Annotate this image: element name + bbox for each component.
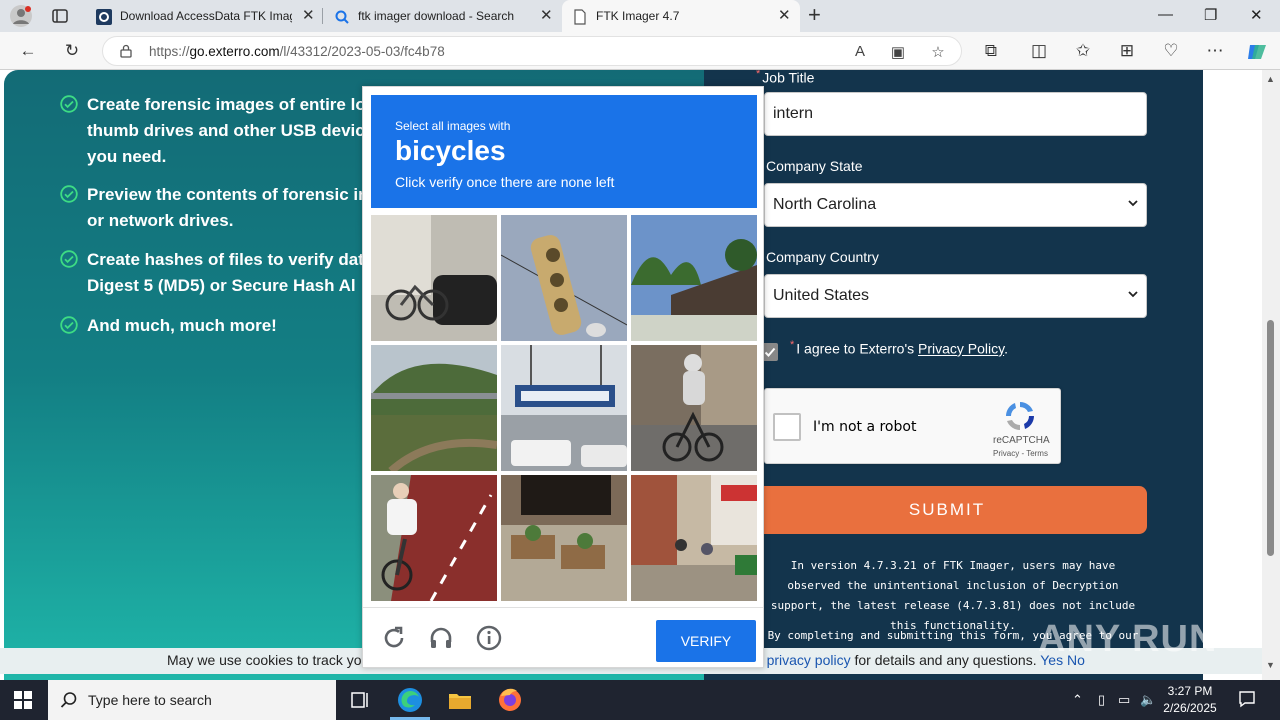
captcha-tile[interactable] (371, 215, 497, 341)
reload-icon[interactable] (381, 625, 407, 651)
notifications-icon[interactable] (1238, 690, 1256, 708)
info-icon[interactable] (476, 625, 502, 651)
close-tab-icon[interactable]: ✕ (778, 8, 791, 24)
address-bar[interactable]: https://go.exterro.com/l/43312/2023-05-0… (102, 36, 962, 66)
collections-icon[interactable]: ⊞ (1117, 41, 1137, 61)
read-aloud-icon[interactable]: A (851, 43, 869, 60)
search-icon (60, 692, 77, 708)
tab-title: Download AccessData FTK Imag (120, 9, 292, 23)
check-circle-icon (60, 250, 78, 268)
extensions-icon[interactable]: ⧉ (981, 41, 1001, 61)
privacy-agree-text: * I agree to Exterro's Privacy Policy. (790, 339, 1008, 357)
captcha-tile[interactable] (631, 215, 757, 341)
copilot-icon[interactable] (1246, 41, 1268, 63)
captcha-instruction: Select all images with (395, 119, 511, 133)
search-favicon-icon (335, 10, 349, 24)
check-circle-icon (60, 316, 78, 334)
taskbar-clock[interactable]: 3:27 PM 2/26/2025 (1160, 683, 1220, 717)
company-state-select[interactable]: North Carolina (764, 183, 1147, 227)
restore-icon[interactable]: ❐ (1204, 6, 1217, 24)
privacy-policy-link[interactable]: Privacy Policy (918, 341, 1004, 357)
captcha-tile[interactable] (501, 215, 627, 341)
browser-tab-strip: Download AccessData FTK Imag ✕ ftk image… (0, 0, 1280, 32)
lock-icon (120, 44, 132, 58)
job-title-input[interactable]: intern (764, 92, 1147, 136)
browser-toolbar: ← ↻ https://go.exterro.com/l/43312/2023-… (0, 32, 1280, 70)
scroll-down-icon[interactable]: ▼ (1266, 660, 1275, 670)
favorite-star-icon[interactable]: ☆ (929, 43, 947, 61)
tab-actions-icon[interactable] (52, 8, 68, 24)
company-country-label: Company Country (766, 249, 879, 265)
captcha-footer: VERIFY (363, 607, 763, 667)
chevron-down-icon (1128, 291, 1138, 298)
page-scrollbar[interactable]: ▲ ▼ (1262, 70, 1280, 680)
captcha-challenge-dialog: Select all images with bicycles Click ve… (362, 86, 764, 668)
browser-essentials-icon[interactable]: ♡ (1161, 41, 1181, 61)
url-text: https://go.exterro.com/l/43312/2023-05-0… (149, 44, 445, 59)
privacy-agree-checkbox[interactable] (762, 343, 778, 361)
captcha-tile[interactable] (501, 475, 627, 601)
tab-title: FTK Imager 4.7 (596, 9, 680, 23)
favorites-icon[interactable]: ✩ (1073, 41, 1093, 61)
close-window-icon[interactable]: ✕ (1250, 6, 1263, 24)
tab-ftk-imager[interactable]: FTK Imager 4.7 ✕ (562, 0, 800, 32)
scroll-up-icon[interactable]: ▲ (1266, 74, 1275, 84)
accessdata-favicon-icon (96, 9, 112, 25)
captcha-tile[interactable] (631, 475, 757, 601)
immersive-reader-icon[interactable]: ▣ (889, 43, 907, 61)
new-tab-button[interactable]: + (808, 4, 821, 26)
show-hidden-icons-icon[interactable]: ⌃ (1072, 692, 1083, 708)
check-circle-icon (60, 95, 78, 113)
network-icon[interactable]: ▭ (1118, 692, 1130, 708)
profile-avatar-icon[interactable] (10, 5, 32, 27)
recaptcha-terms-link[interactable]: Privacy - Terms (993, 449, 1048, 458)
recaptcha-logo-icon (1006, 402, 1034, 430)
captcha-header: Select all images with bicycles Click ve… (371, 95, 757, 208)
refresh-icon[interactable]: ↻ (62, 41, 82, 61)
battery-icon[interactable]: ▯ (1098, 692, 1105, 708)
windows-start-icon[interactable] (14, 691, 32, 709)
check-circle-icon (60, 185, 78, 203)
submit-button[interactable]: SUBMIT (747, 486, 1147, 534)
split-screen-icon[interactable]: ◫ (1029, 41, 1049, 61)
captcha-tile[interactable] (631, 345, 757, 471)
close-tab-icon[interactable]: ✕ (302, 8, 315, 24)
audio-challenge-icon[interactable] (428, 625, 454, 651)
tab-search[interactable]: ftk imager download - Search ✕ (324, 0, 560, 32)
volume-icon[interactable]: 🔈 (1140, 692, 1156, 708)
scroll-thumb[interactable] (1267, 320, 1274, 556)
captcha-target: bicycles (395, 135, 506, 166)
more-menu-icon[interactable]: ⋯ (1205, 41, 1225, 61)
file-explorer-icon[interactable] (446, 686, 474, 714)
close-tab-icon[interactable]: ✕ (540, 8, 553, 24)
tab-title: ftk imager download - Search (358, 9, 515, 23)
cookie-text: May we use cookies to track yo (167, 652, 362, 668)
recaptcha-brand: reCAPTCHA (993, 435, 1050, 446)
windows-taskbar: Type here to search ⌃ ▯ ▭ 🔈 3:27 PM 2/26/… (0, 680, 1280, 720)
recaptcha-label: I'm not a robot (813, 419, 917, 435)
captcha-tile[interactable] (371, 345, 497, 471)
minimize-icon[interactable]: — (1158, 6, 1173, 23)
chevron-down-icon (1128, 200, 1138, 207)
job-title-label: * Job Title (756, 70, 815, 86)
company-state-label: Company State (766, 158, 863, 174)
recaptcha-checkbox[interactable] (773, 413, 801, 441)
task-view-icon[interactable] (346, 686, 374, 714)
cookie-privacy-link[interactable]: privacy policy (767, 652, 851, 668)
tab-ftk-download[interactable]: Download AccessData FTK Imag ✕ (86, 0, 322, 32)
back-icon[interactable]: ← (18, 41, 38, 61)
taskbar-search-placeholder: Type here to search (88, 692, 212, 708)
verify-button[interactable]: VERIFY (656, 620, 756, 662)
captcha-subtext: Click verify once there are none left (395, 174, 615, 190)
page-favicon-icon (574, 9, 586, 25)
captcha-tile[interactable] (501, 345, 627, 471)
anyrun-watermark: ANY RUN (1038, 618, 1218, 660)
firefox-icon[interactable] (496, 686, 524, 714)
taskbar-search-box[interactable]: Type here to search (48, 680, 336, 720)
company-country-select[interactable]: United States (764, 274, 1147, 318)
recaptcha-widget: I'm not a robot reCAPTCHA Privacy - Term… (764, 388, 1061, 464)
edge-browser-icon[interactable] (396, 686, 424, 714)
checkmark-icon (764, 347, 776, 357)
captcha-tile[interactable] (371, 475, 497, 601)
